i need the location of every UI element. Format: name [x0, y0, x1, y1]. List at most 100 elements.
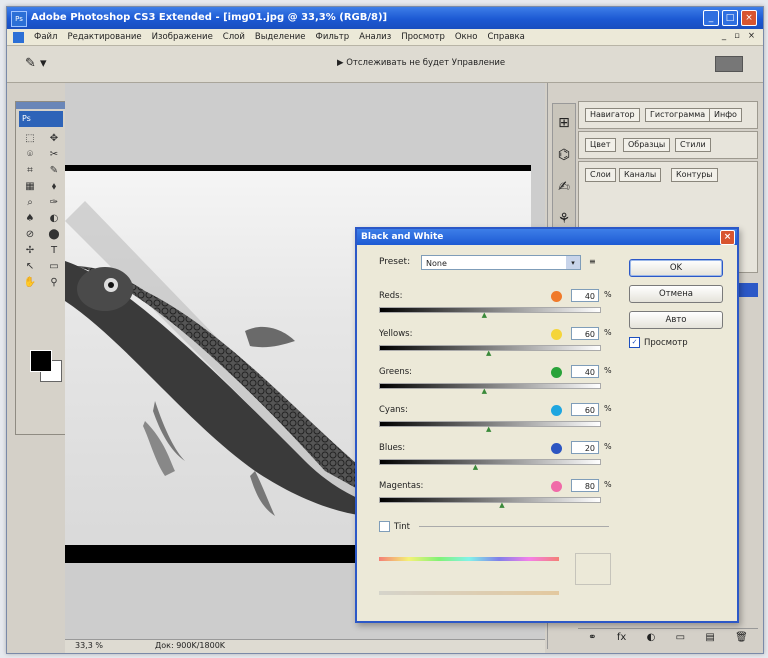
menu-edit[interactable]: Редактирование	[67, 32, 141, 42]
magentas-value-input[interactable]: 80	[571, 479, 599, 492]
doc-close-button[interactable]: ×	[748, 31, 755, 41]
slice-tool-icon[interactable]: ✎	[43, 164, 65, 178]
menu-analysis[interactable]: Анализ	[359, 32, 391, 42]
preview-checkbox[interactable]: ✓	[629, 337, 640, 348]
greens-slider-track[interactable]	[379, 383, 601, 389]
menu-image[interactable]: Изображение	[152, 32, 213, 42]
palette-well[interactable]	[715, 56, 743, 72]
window-title: Adobe Photoshop CS3 Extended - [img01.jp…	[31, 12, 388, 23]
greens-value-input[interactable]: 40	[571, 365, 599, 378]
chevron-down-icon[interactable]: ▾	[566, 256, 580, 269]
minimize-button[interactable]: _	[703, 10, 719, 26]
yellows-slider-thumb[interactable]: ▲	[486, 350, 491, 357]
magentas-slider-track[interactable]	[379, 497, 601, 503]
history-brush-tool-icon[interactable]: ✑	[43, 196, 65, 210]
document-info[interactable]: Док: 900K/1800K	[155, 641, 225, 650]
preset-menu-icon[interactable]: ≡	[589, 257, 596, 266]
doc-minimize-button[interactable]: _	[722, 31, 726, 41]
menu-app-icon	[13, 31, 24, 43]
magic-wand-tool-icon[interactable]: ✂	[43, 148, 65, 162]
link-layers-icon[interactable]: ⚭	[588, 632, 596, 643]
tint-checkbox[interactable]	[379, 521, 390, 532]
tab-histogram[interactable]: Гистограмма	[645, 108, 711, 122]
maximize-button[interactable]: □	[722, 10, 738, 26]
menu-file[interactable]: Файл	[34, 32, 57, 42]
delete-layer-icon[interactable]: 🗑	[735, 632, 748, 643]
marquee-tool-icon[interactable]: ⬚	[19, 132, 41, 146]
new-group-icon[interactable]: ▭	[676, 632, 685, 643]
close-window-button[interactable]: ×	[741, 10, 757, 26]
magentas-slider-thumb[interactable]: ▲	[499, 502, 504, 509]
tab-swatches[interactable]: Образцы	[623, 138, 671, 152]
options-hint: ▶ Отслеживать не будет Управление	[337, 58, 506, 68]
menu-select[interactable]: Выделение	[255, 32, 306, 42]
toolbox-handle[interactable]	[16, 102, 68, 109]
tab-color[interactable]: Цвет	[585, 138, 616, 152]
menu-filter[interactable]: Фильтр	[316, 32, 350, 42]
tab-info[interactable]: Инфо	[709, 108, 742, 122]
layer-style-icon[interactable]: fx	[617, 632, 626, 643]
gradient-tool-icon[interactable]: ◐	[43, 212, 65, 226]
cyans-value-input[interactable]: 60	[571, 403, 599, 416]
toolbox-logo[interactable]: Ps	[19, 111, 63, 127]
navigator-icon[interactable]: ⊞	[553, 110, 575, 136]
cyans-slider-thumb[interactable]: ▲	[486, 426, 491, 433]
dodge-tool-icon[interactable]: ⬤	[43, 228, 65, 242]
lasso-tool-icon[interactable]: ⌾	[19, 148, 41, 162]
cyans-color-dot	[551, 405, 562, 416]
tab-channels[interactable]: Каналы	[619, 168, 662, 182]
menu-window[interactable]: Окно	[455, 32, 478, 42]
tab-layers[interactable]: Слои	[585, 168, 616, 182]
layers-palette-footer: ⚭ fx ◐ ▭ ▤ 🗑	[578, 628, 758, 645]
greens-label: Greens:	[379, 367, 413, 377]
new-layer-icon[interactable]: ▤	[705, 632, 714, 643]
brush-tool-icon[interactable]: ⬧	[43, 180, 65, 194]
path-selection-tool-icon[interactable]: ↖	[19, 260, 41, 274]
menu-help[interactable]: Справка	[487, 32, 524, 42]
channel-magentas: Magentas: 80 % ▲	[379, 477, 619, 509]
zoom-tool-icon[interactable]: ⚲	[43, 276, 65, 290]
reds-slider-track[interactable]	[379, 307, 601, 313]
tint-color-swatch	[575, 553, 611, 585]
brushes-icon[interactable]: ✍	[553, 174, 575, 200]
ok-button[interactable]: OK	[629, 259, 723, 277]
move-tool-icon[interactable]: ✥	[43, 132, 65, 146]
preset-select[interactable]: None ▾	[421, 255, 581, 270]
dialog-close-button[interactable]: ×	[720, 230, 735, 245]
hand-tool-icon[interactable]: ✋	[19, 276, 41, 290]
shape-tool-icon[interactable]: ▭	[43, 260, 65, 274]
yellows-value-input[interactable]: 60	[571, 327, 599, 340]
greens-color-dot	[551, 367, 562, 378]
tab-paths[interactable]: Контуры	[671, 168, 718, 182]
eraser-tool-icon[interactable]: ♠	[19, 212, 41, 226]
tool-preset-picker[interactable]: ✎ ▾	[25, 56, 47, 72]
auto-button[interactable]: Авто	[629, 311, 723, 329]
blues-value-input[interactable]: 20	[571, 441, 599, 454]
crop-tool-icon[interactable]: ⌗	[19, 164, 41, 178]
reds-value-input[interactable]: 40	[571, 289, 599, 302]
tab-styles[interactable]: Стили	[675, 138, 711, 152]
adjustment-layer-icon[interactable]: ◐	[647, 632, 656, 643]
cyans-percent: %	[604, 404, 612, 413]
blur-tool-icon[interactable]: ⊘	[19, 228, 41, 242]
preview-option[interactable]: ✓ Просмотр	[629, 337, 688, 348]
type-tool-icon[interactable]: T	[43, 244, 65, 258]
cancel-button[interactable]: Отмена	[629, 285, 723, 303]
zoom-level[interactable]: 33,3 %	[75, 641, 103, 650]
menu-layer[interactable]: Слой	[223, 32, 245, 42]
blues-slider-track[interactable]	[379, 459, 601, 465]
actions-icon[interactable]: ⌬	[553, 142, 575, 168]
clone-stamp-tool-icon[interactable]: ⌕	[19, 196, 41, 210]
menu-bar: Файл Редактирование Изображение Слой Выд…	[7, 29, 763, 46]
reds-slider-thumb[interactable]: ▲	[482, 312, 487, 319]
greens-slider-thumb[interactable]: ▲	[482, 388, 487, 395]
pen-tool-icon[interactable]: ✢	[19, 244, 41, 258]
collapsed-palette-icons: ⊞ ⌬ ✍ ⚘	[552, 103, 576, 235]
doc-restore-button[interactable]: ▫	[734, 31, 740, 41]
tint-option[interactable]: Tint	[379, 521, 410, 532]
blues-slider-thumb[interactable]: ▲	[473, 464, 478, 471]
tab-navigator[interactable]: Навигатор	[585, 108, 640, 122]
menu-view[interactable]: Просмотр	[401, 32, 445, 42]
foreground-color-swatch[interactable]	[30, 350, 52, 372]
healing-brush-tool-icon[interactable]: ▦	[19, 180, 41, 194]
